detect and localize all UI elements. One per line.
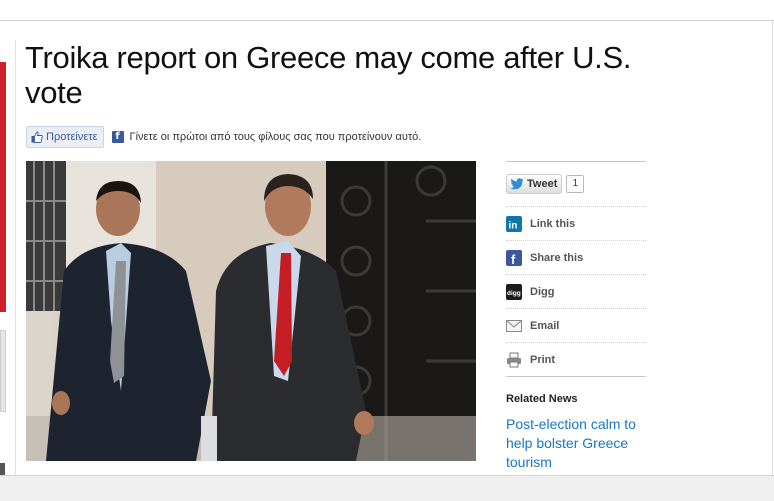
share-digg-label: Digg bbox=[530, 285, 555, 298]
dark-marker bbox=[0, 463, 5, 475]
svg-text:in: in bbox=[509, 220, 518, 231]
share-facebook[interactable]: f Share this bbox=[506, 241, 646, 275]
article-photo bbox=[26, 161, 476, 461]
related-news-link[interactable]: Post-election calm to help bolster Greec… bbox=[506, 415, 646, 472]
digg-icon: digg bbox=[506, 283, 522, 300]
facebook-like-row: Προτείνετε f Γίνετε οι πρώτοι από τους φ… bbox=[26, 126, 421, 148]
facebook-social-text: Γίνετε οι πρώτοι από τους φίλους σας που… bbox=[129, 131, 422, 143]
email-icon bbox=[506, 318, 522, 334]
linkedin-icon: in bbox=[506, 215, 522, 232]
facebook-like-button[interactable]: Προτείνετε bbox=[26, 126, 104, 148]
column-divider bbox=[15, 40, 16, 480]
share-facebook-label: Share this bbox=[530, 251, 584, 264]
tweet-row: Tweet 1 bbox=[506, 162, 646, 207]
left-adjacent-column bbox=[0, 40, 14, 480]
share-email[interactable]: Email bbox=[506, 309, 646, 343]
tweet-count: 1 bbox=[566, 175, 585, 193]
browser-top-bar bbox=[0, 0, 774, 21]
browser-bottom-bar bbox=[0, 475, 774, 501]
share-linkedin[interactable]: in Link this bbox=[506, 207, 646, 241]
facebook-like-label: Προτείνετε bbox=[46, 131, 98, 143]
share-email-label: Email bbox=[530, 319, 560, 332]
article-headline: Troika report on Greece may come after U… bbox=[25, 40, 632, 110]
thumbs-up-icon bbox=[31, 131, 43, 143]
gray-box-edge bbox=[0, 330, 6, 412]
share-linkedin-label: Link this bbox=[530, 217, 576, 230]
related-news-heading: Related News bbox=[506, 393, 578, 405]
tweet-label: Tweet bbox=[527, 178, 558, 190]
svg-text:f: f bbox=[511, 252, 516, 266]
right-divider bbox=[772, 20, 773, 475]
share-print-label: Print bbox=[530, 353, 556, 366]
twitter-bird-icon bbox=[510, 178, 524, 190]
facebook-icon: f bbox=[506, 249, 522, 266]
photo-illustration bbox=[26, 161, 476, 461]
facebook-icon: f bbox=[111, 131, 124, 143]
red-banner-edge bbox=[0, 62, 6, 312]
share-digg[interactable]: digg Digg bbox=[506, 275, 646, 309]
svg-text:digg: digg bbox=[507, 290, 521, 297]
share-sidebar: Tweet 1 in Link this f Share this digg D… bbox=[506, 161, 646, 472]
tweet-button[interactable]: Tweet bbox=[506, 174, 563, 194]
printer-icon bbox=[506, 352, 522, 368]
share-print[interactable]: Print bbox=[506, 343, 646, 377]
